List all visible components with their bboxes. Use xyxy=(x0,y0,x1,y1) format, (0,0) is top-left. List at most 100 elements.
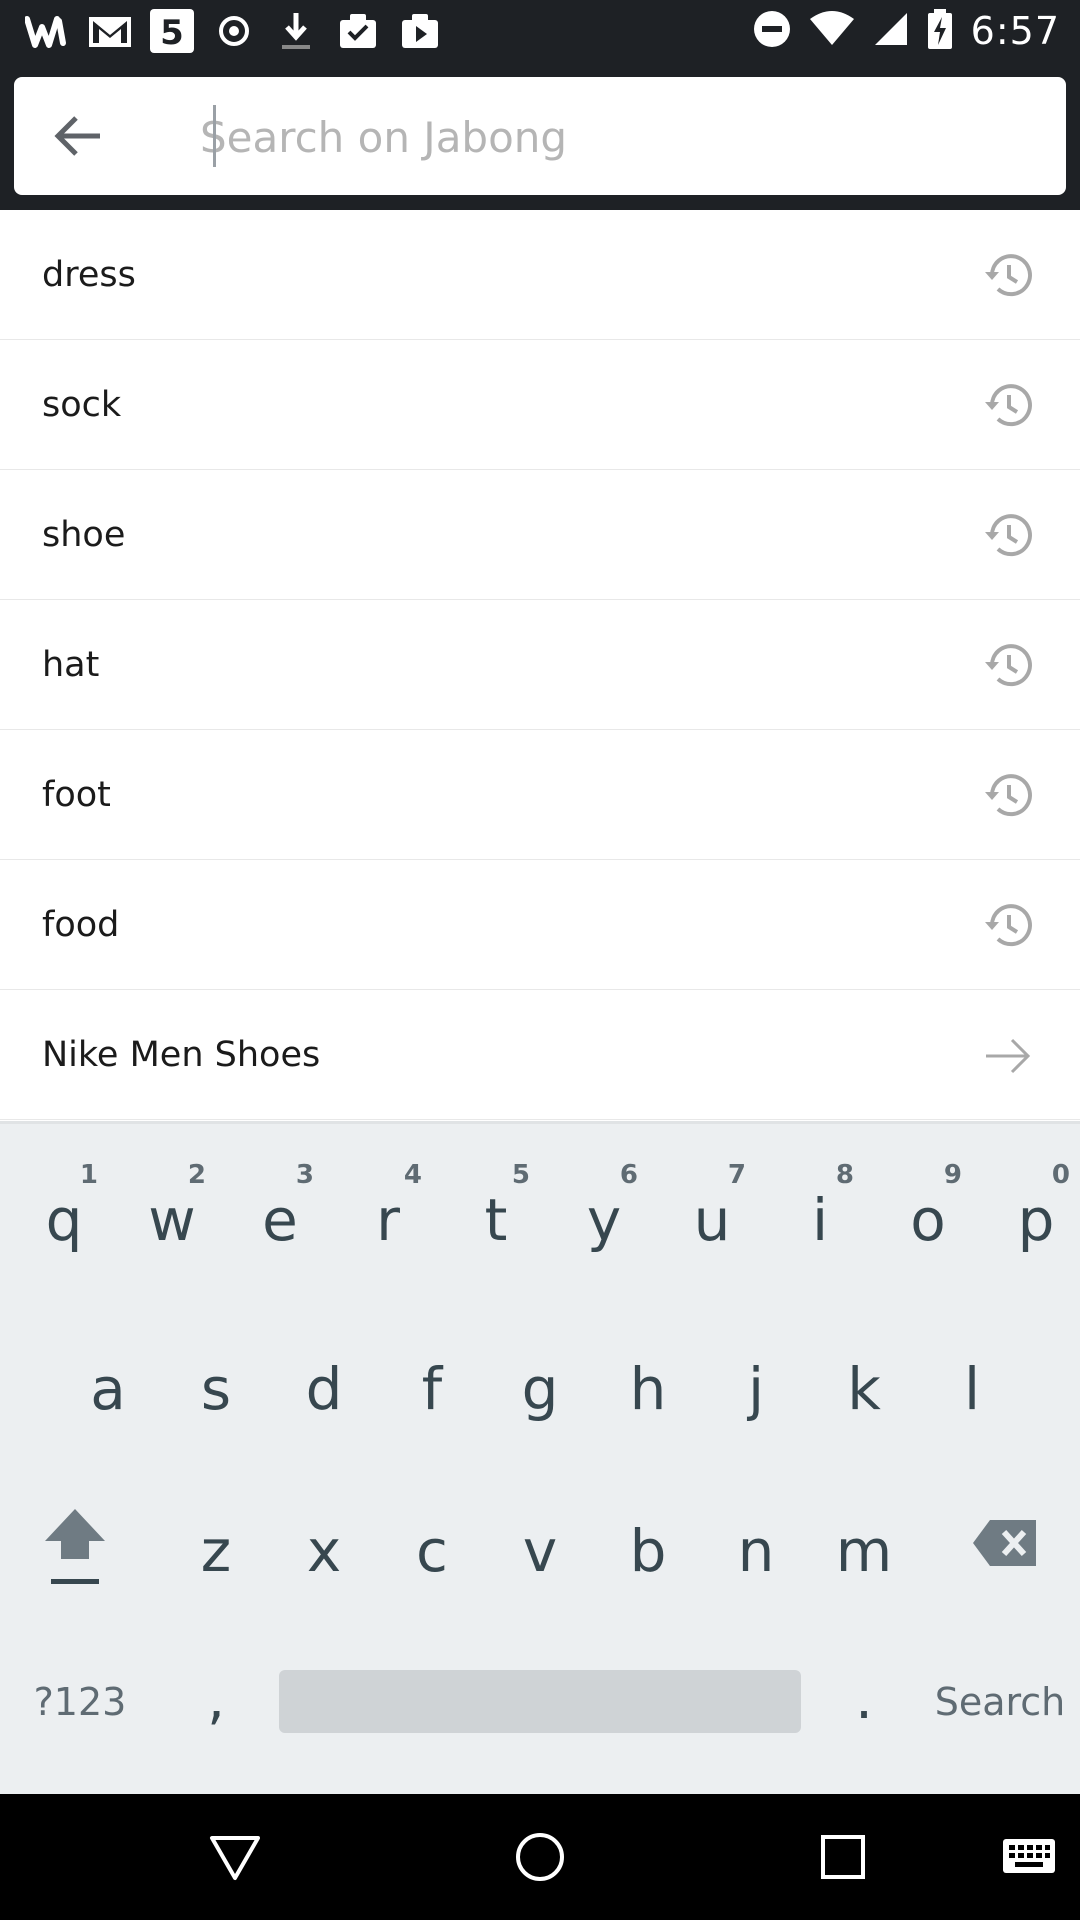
suggestion-label: food xyxy=(42,905,120,945)
key-b[interactable]: b xyxy=(594,1486,702,1616)
key-y[interactable]: 6y xyxy=(550,1144,658,1284)
wifi-icon xyxy=(809,11,855,51)
comma-key-label: , xyxy=(207,1666,225,1732)
text-cursor xyxy=(213,105,216,167)
key-label: z xyxy=(200,1517,232,1585)
history-icon[interactable] xyxy=(982,900,1034,952)
key-label: e xyxy=(262,1186,298,1254)
key-o[interactable]: 9o xyxy=(874,1144,982,1284)
key-f[interactable]: f xyxy=(378,1324,486,1454)
key-label: w xyxy=(148,1186,196,1254)
suggestion-label: sock xyxy=(42,385,122,425)
key-label: m xyxy=(835,1517,893,1585)
key-p[interactable]: 0p xyxy=(982,1144,1080,1284)
key-m[interactable]: m xyxy=(810,1486,918,1616)
key-label: d xyxy=(305,1355,343,1423)
navigation-bar xyxy=(0,1794,1080,1920)
period-key-label: . xyxy=(855,1666,873,1732)
key-q[interactable]: 1q xyxy=(10,1144,118,1284)
key-a[interactable]: a xyxy=(54,1324,162,1454)
status-bar: 5 6:57 xyxy=(0,0,1080,63)
key-label: o xyxy=(910,1186,946,1254)
history-icon[interactable] xyxy=(982,640,1034,692)
suggestion-label: dress xyxy=(42,255,136,295)
notification-icons: 5 xyxy=(24,8,444,54)
keyboard-switch-icon xyxy=(1003,1839,1055,1873)
key-hint: 6 xyxy=(619,1160,638,1190)
history-icon[interactable] xyxy=(982,510,1034,562)
shift-key[interactable] xyxy=(30,1494,120,1594)
search-input[interactable] xyxy=(200,103,1040,171)
battery-charging-icon xyxy=(927,9,953,53)
space-key[interactable] xyxy=(279,1670,801,1733)
key-s[interactable]: s xyxy=(162,1324,270,1454)
suggestion-item[interactable]: dress xyxy=(0,210,1080,340)
suggestion-item[interactable]: food xyxy=(0,860,1080,990)
key-hint: 5 xyxy=(511,1160,530,1190)
key-label: s xyxy=(200,1355,232,1423)
key-k[interactable]: k xyxy=(810,1324,918,1454)
key-e[interactable]: 3e xyxy=(226,1144,334,1284)
key-u[interactable]: 7u xyxy=(658,1144,766,1284)
key-label: a xyxy=(90,1355,126,1423)
key-label: r xyxy=(376,1186,400,1254)
soft-keyboard: 1q2w3e4r5t6y7u8i9o0p asdfghjkl zxcvbnm ?… xyxy=(0,1121,1080,1794)
suggestion-item[interactable]: hat xyxy=(0,600,1080,730)
nav-keyboard-button[interactable] xyxy=(992,1822,1066,1892)
download-icon xyxy=(272,8,320,54)
key-c[interactable]: c xyxy=(378,1486,486,1616)
key-label: n xyxy=(737,1517,775,1585)
nav-back-button[interactable] xyxy=(200,1822,270,1892)
comma-key[interactable]: , xyxy=(176,1654,256,1744)
key-hint: 9 xyxy=(943,1160,962,1190)
system-icons: 6:57 xyxy=(753,8,1060,54)
search-action-key[interactable]: Search xyxy=(920,1664,1080,1740)
key-j[interactable]: j xyxy=(702,1324,810,1454)
history-icon[interactable] xyxy=(982,770,1034,822)
key-d[interactable]: d xyxy=(270,1324,378,1454)
key-label: f xyxy=(421,1355,443,1423)
clock-time: 6:57 xyxy=(970,9,1060,53)
history-icon[interactable] xyxy=(982,380,1034,432)
arrow-back-icon xyxy=(54,116,100,156)
key-hint: 2 xyxy=(187,1160,206,1190)
key-t[interactable]: 5t xyxy=(442,1144,550,1284)
key-l[interactable]: l xyxy=(918,1324,1026,1454)
gmail-icon xyxy=(86,8,134,54)
key-label: b xyxy=(629,1517,667,1585)
key-g[interactable]: g xyxy=(486,1324,594,1454)
history-icon[interactable] xyxy=(982,250,1034,302)
shift-arrow-icon xyxy=(45,1509,105,1584)
key-z[interactable]: z xyxy=(162,1486,270,1616)
wattpad-icon xyxy=(24,8,72,54)
key-label: x xyxy=(306,1517,342,1585)
key-r[interactable]: 4r xyxy=(334,1144,442,1284)
symbols-key[interactable]: ?123 xyxy=(20,1664,140,1740)
key-n[interactable]: n xyxy=(702,1486,810,1616)
key-i[interactable]: 8i xyxy=(766,1144,874,1284)
key-w[interactable]: 2w xyxy=(118,1144,226,1284)
key-label: q xyxy=(45,1186,83,1254)
key-label: g xyxy=(521,1355,559,1423)
back-button[interactable] xyxy=(38,96,118,176)
arrow-right-icon[interactable] xyxy=(982,1030,1034,1082)
period-key[interactable]: . xyxy=(824,1654,904,1744)
suggestion-item[interactable]: foot xyxy=(0,730,1080,860)
key-v[interactable]: v xyxy=(486,1486,594,1616)
play-store-icon xyxy=(396,8,444,54)
nav-recents-button[interactable] xyxy=(808,1822,878,1892)
nav-home-button[interactable] xyxy=(505,1822,575,1892)
key-hint: 4 xyxy=(403,1160,422,1190)
suggestion-label: hat xyxy=(42,645,100,685)
key-x[interactable]: x xyxy=(270,1486,378,1616)
backspace-key[interactable] xyxy=(960,1498,1050,1588)
key-label: l xyxy=(963,1355,981,1423)
key-label: v xyxy=(522,1517,558,1585)
suggestion-item[interactable]: Nike Men Shoes xyxy=(0,990,1080,1120)
clipboard-icon xyxy=(334,8,382,54)
key-h[interactable]: h xyxy=(594,1324,702,1454)
key-label: u xyxy=(693,1186,731,1254)
suggestion-item[interactable]: sock xyxy=(0,340,1080,470)
suggestion-item[interactable]: shoe xyxy=(0,470,1080,600)
suggestion-label: shoe xyxy=(42,515,126,555)
